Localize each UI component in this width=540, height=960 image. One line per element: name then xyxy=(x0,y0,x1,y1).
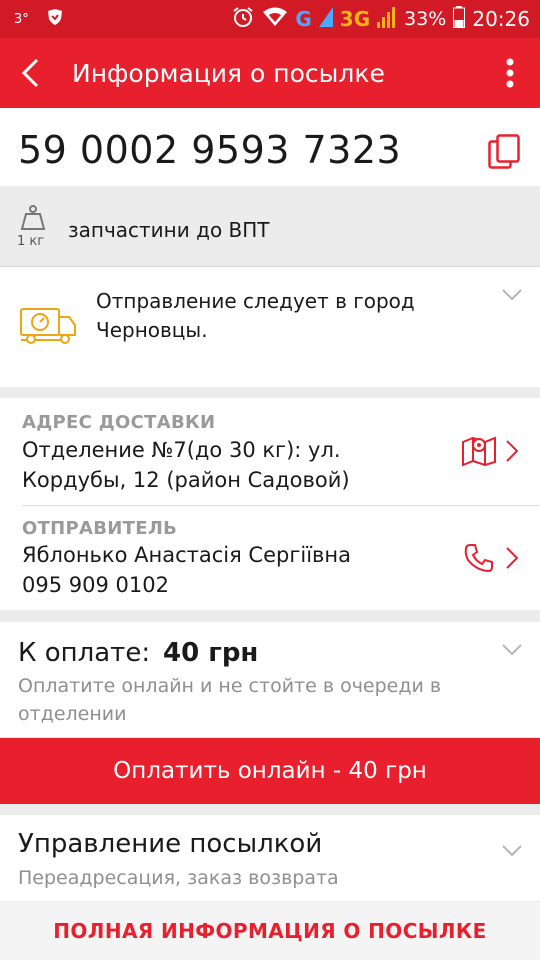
arrow-left-icon xyxy=(21,58,39,88)
chevron-down-icon xyxy=(502,289,522,301)
battery-icon xyxy=(453,5,466,33)
chevron-right-icon xyxy=(506,547,518,569)
more-vertical-icon xyxy=(506,58,514,88)
temperature-indicator: 3° xyxy=(14,11,29,27)
shipment-status-card[interactable]: Отправление следует в город Черновцы. xyxy=(0,267,540,387)
network-3g-indicator: 3G xyxy=(339,7,371,31)
parcel-info-row: 1 кг запчастини до ВПТ xyxy=(0,186,540,267)
cell-signal-icon-1 xyxy=(318,6,333,32)
management-subtitle: Переадресация, заказ возврата xyxy=(18,867,339,889)
open-map-button[interactable] xyxy=(462,434,496,470)
sender-name: Яблонько Анастасія Сергіївна xyxy=(22,543,352,567)
pay-online-button[interactable]: Оплатить онлайн - 40 грн xyxy=(0,738,540,804)
more-options-button[interactable] xyxy=(480,38,540,108)
phone-icon xyxy=(464,544,493,573)
wifi-signal-icon xyxy=(262,7,288,32)
cell-signal-icon-2 xyxy=(377,6,397,33)
chevron-right-icon xyxy=(506,440,518,462)
payment-card[interactable]: К оплате: 40 грн Оплатите онлайн и не ст… xyxy=(0,622,540,737)
sender-label: ОТПРАВИТЕЛЬ xyxy=(22,518,178,539)
call-sender-button[interactable] xyxy=(464,543,494,577)
delivery-details-card: АДРЕС ДОСТАВКИ Отделение №7(до 30 кг): у… xyxy=(0,398,540,610)
copy-button[interactable] xyxy=(488,134,520,170)
payment-amount: 40 грн xyxy=(163,638,259,668)
delivery-address-text[interactable]: Отделение №7(до 30 кг): ул. Кордубы, 12 … xyxy=(22,435,442,495)
delivery-address-label: АДРЕС ДОСТАВКИ xyxy=(22,412,216,433)
parcel-description: запчастини до ВПТ xyxy=(68,218,270,242)
alarm-icon xyxy=(231,5,255,34)
app-bar: Информация о посылке xyxy=(0,38,540,108)
network-g-indicator: G xyxy=(295,7,312,31)
tracking-card: 59 0002 9593 7323 xyxy=(0,108,540,186)
tracking-number: 59 0002 9593 7323 xyxy=(18,128,402,172)
page-title: Информация о посылке xyxy=(72,58,385,88)
chevron-down-icon xyxy=(502,845,522,857)
weight-icon xyxy=(18,204,48,234)
shield-icon xyxy=(47,8,63,31)
battery-level-text: 33% xyxy=(404,8,447,30)
status-bar: 3° G 3G 33% 20:26 xyxy=(0,0,540,38)
back-button[interactable] xyxy=(0,38,60,108)
truck-icon xyxy=(19,307,77,349)
full-info-link[interactable]: ПОЛНАЯ ИНФОРМАЦИЯ О ПОСЫЛКЕ xyxy=(0,902,540,960)
map-icon xyxy=(462,436,496,467)
parcel-management-card[interactable]: Управление посылкой Переадресация, заказ… xyxy=(0,815,540,901)
sender-phone[interactable]: 095 909 0102 xyxy=(22,570,442,600)
management-title: Управление посылкой xyxy=(18,829,323,859)
payment-label: К оплате: xyxy=(18,638,151,668)
payment-hint: Оплатите онлайн и не стойте в очереди в … xyxy=(18,675,442,725)
weight-value: 1 кг xyxy=(17,234,45,249)
clock: 20:26 xyxy=(472,7,530,31)
copy-icon xyxy=(488,134,520,169)
chevron-down-icon xyxy=(502,644,522,656)
shipment-status-text: Отправление следует в город Черновцы. xyxy=(96,289,415,342)
